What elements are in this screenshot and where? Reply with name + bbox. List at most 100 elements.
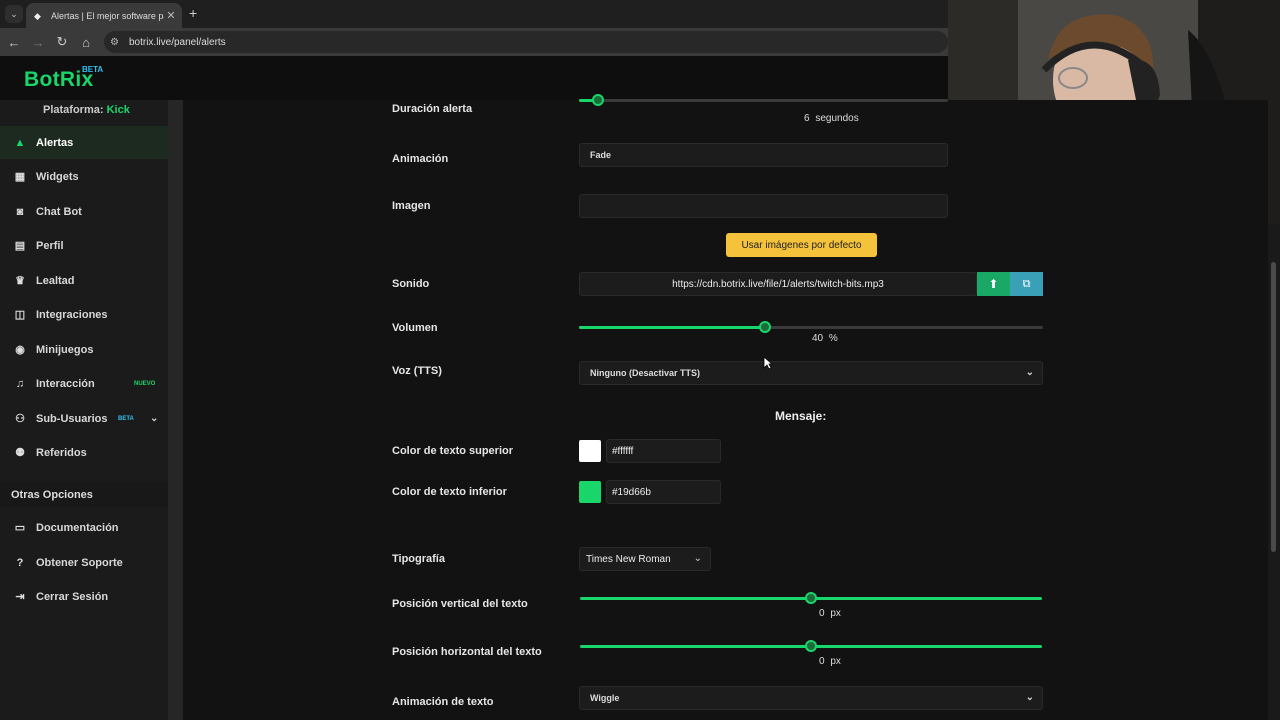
platform-value: Kick (106, 104, 130, 116)
duration-value: 6 segundos (804, 113, 859, 124)
library-icon: ⧉ (1022, 277, 1031, 290)
sidebar-item-label: Referidos (36, 446, 87, 459)
close-tab-icon[interactable]: ✕ (164, 9, 178, 22)
sidebar-item-perfil[interactable]: ▤ Perfil (0, 229, 168, 262)
logout-icon: ⇥ (15, 591, 25, 603)
text-animation-select[interactable]: Wiggle ⌄ (579, 686, 1043, 710)
vpos-number: 0 (819, 608, 825, 619)
sidebar-item-widgets[interactable]: ▦ Widgets (0, 160, 168, 193)
volume-number: 40 (812, 333, 824, 344)
top-color-input[interactable]: #ffffff (606, 439, 721, 463)
upload-sound-button[interactable]: ⬆ (977, 272, 1010, 296)
browser-tab[interactable]: ◆ Alertas | El mejor software para ✕ (26, 3, 182, 28)
sidebar-item-cerrar-sesion[interactable]: ⇥ Cerrar Sesión (0, 580, 168, 613)
sidebar-item-referidos[interactable]: ⚉ Referidos (0, 436, 168, 469)
tts-label: Voz (TTS) (392, 365, 442, 377)
sound-url-value: https://cdn.botrix.live/file/1/alerts/tw… (672, 278, 884, 290)
animation-label: Animación (392, 153, 449, 165)
plug-icon: ◫ (14, 309, 26, 321)
sidebar-item-alertas[interactable]: ▲ Alertas (0, 126, 168, 159)
default-images-button[interactable]: Usar imágenes por defecto (726, 233, 877, 257)
reload-icon[interactable]: ↻ (50, 34, 74, 50)
forward-icon[interactable]: → (26, 35, 50, 50)
animation-select-value: Fade (590, 150, 612, 160)
volume-label: Volumen (392, 322, 438, 334)
vertical-position-thumb[interactable] (805, 592, 817, 604)
font-select-value: Times New Roman (586, 553, 671, 565)
browser-tab-bar: ⌄ ◆ Alertas | El mejor software para ✕ + (0, 0, 948, 28)
site-info-icon[interactable]: ⚙ (110, 37, 119, 48)
users-icon: ⚇ (15, 413, 25, 425)
mouse-cursor-icon (763, 356, 773, 370)
book-icon: ▭ (14, 522, 26, 534)
upload-icon: ⬆ (988, 277, 999, 291)
user-group-icon: ⚉ (15, 447, 25, 459)
volume-slider-thumb[interactable] (759, 321, 771, 333)
sound-library-button[interactable]: ⧉ (1010, 272, 1043, 296)
robot-icon: ◙ (16, 205, 24, 218)
sidebar-item-sub-usuarios[interactable]: ⚇ Sub-Usuarios BETA ⌄ (0, 402, 168, 435)
sidebar-item-label: Integraciones (36, 308, 108, 321)
chevron-down-icon[interactable]: ⌄ (150, 413, 158, 424)
home-icon[interactable]: ⌂ (74, 35, 98, 50)
sidebar-item-interaccion[interactable]: ♫ Interacción NUEVO (0, 367, 168, 400)
browser-toolbar: ← → ↻ ⌂ ⚙ botrix.live/panel/alerts (0, 28, 948, 56)
new-tab-icon[interactable]: + (189, 5, 197, 21)
bottom-color-label: Color de texto inferior (392, 486, 507, 498)
sidebar-item-integraciones[interactable]: ◫ Integraciones (0, 298, 168, 331)
sidebar-item-label: Lealtad (36, 274, 75, 287)
sound-url-input[interactable]: https://cdn.botrix.live/file/1/alerts/tw… (579, 272, 977, 296)
font-select[interactable]: Times New Roman ⌄ (579, 547, 711, 571)
sidebar-item-lealtad[interactable]: ♛ Lealtad (0, 264, 168, 297)
sidebar-item-label: Minijuegos (36, 343, 94, 356)
sidebar: Plataforma: Kick ▲ Alertas ▦ Widgets ◙ C… (0, 100, 168, 720)
vertical-position-slider[interactable] (580, 592, 1042, 604)
site-favicon-icon: ◆ (34, 10, 41, 21)
image-input[interactable] (579, 194, 948, 218)
new-badge: NUEVO (134, 380, 156, 387)
duration-number: 6 (804, 113, 810, 124)
tab-search-button[interactable]: ⌄ (5, 5, 23, 23)
alert-settings-panel (183, 100, 1268, 720)
message-section-title: Mensaje: (775, 409, 827, 423)
sidebar-item-soporte[interactable]: ? Obtener Soporte (0, 546, 168, 579)
address-bar[interactable]: ⚙ botrix.live/panel/alerts (104, 31, 948, 53)
tts-select[interactable]: Ninguno (Desactivar TTS) ⌄ (579, 361, 1043, 385)
scrollbar-thumb[interactable] (1271, 262, 1276, 552)
sidebar-item-label: Chat Bot (36, 205, 82, 218)
top-color-label: Color de texto superior (392, 445, 514, 457)
duration-slider-thumb[interactable] (592, 94, 604, 106)
volume-slider[interactable] (579, 321, 1043, 333)
sidebar-item-label: Perfil (36, 239, 64, 252)
animation-select[interactable]: Fade (579, 143, 948, 167)
platform-label: Plataforma: (43, 104, 104, 116)
page-scrollbar[interactable] (1268, 224, 1280, 720)
sidebar-item-label: Cerrar Sesión (36, 590, 109, 603)
app-header: BotRix BETA (0, 56, 948, 100)
back-icon[interactable]: ← (2, 35, 26, 50)
horizontal-position-slider[interactable] (580, 640, 1042, 652)
tab-title: Alertas | El mejor software para (51, 10, 164, 21)
sidebar-item-minijuegos[interactable]: ◉ Minijuegos (0, 333, 168, 366)
duration-label: Duración alerta (392, 103, 473, 115)
gamepad-icon: ◉ (15, 344, 25, 356)
grid-icon: ▦ (14, 171, 26, 183)
tts-select-value: Ninguno (Desactivar TTS) (590, 368, 701, 378)
sidebar-gutter (168, 100, 183, 720)
trophy-icon: ♛ (15, 275, 25, 287)
sidebar-item-label: Interacción (36, 377, 95, 390)
horizontal-position-label: Posición horizontal del texto (392, 646, 542, 658)
horizontal-position-value: 0 px (819, 656, 841, 667)
sidebar-item-label: Alertas (36, 136, 74, 149)
sidebar-item-documentacion[interactable]: ▭ Documentación (0, 511, 168, 544)
top-color-swatch[interactable] (579, 440, 601, 462)
duration-slider[interactable] (579, 94, 948, 106)
horizontal-position-thumb[interactable] (805, 640, 817, 652)
vertical-position-label: Posición vertical del texto (392, 598, 528, 610)
warning-icon: ▲ (14, 136, 26, 149)
bottom-color-input[interactable]: #19d66b (606, 480, 721, 504)
bottom-color-swatch[interactable] (579, 481, 601, 503)
sidebar-section-title: Otras Opciones (0, 482, 168, 507)
chevron-down-icon: ⌄ (693, 553, 702, 564)
sidebar-item-chat-bot[interactable]: ◙ Chat Bot (0, 195, 168, 228)
